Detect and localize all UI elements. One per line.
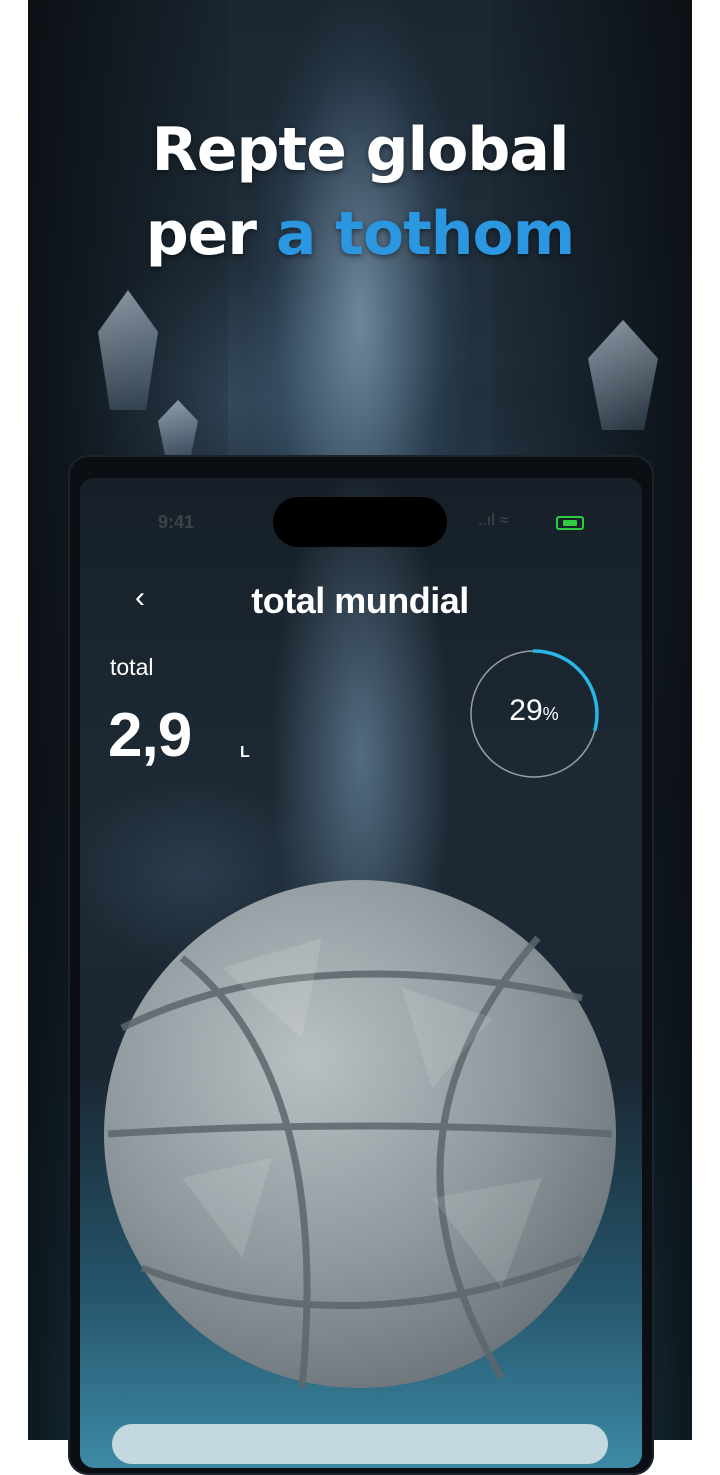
screen-title: total mundial [251,580,469,621]
headline-line-1: Repte global [151,115,570,185]
total-value: 2,9 [108,701,192,770]
status-time: 9:41 [158,512,195,532]
headline-accent: a tothom [275,199,575,269]
back-button[interactable]: ‹ [122,578,158,622]
signal-wifi-icon: ..ıl ≈ [478,512,509,529]
headline-prefix: per [145,199,276,269]
headline-line-2: per a tothom [0,192,720,276]
progress-number: 29 [509,694,543,727]
crystal-basketball-icon [104,880,616,1389]
total-label: total [110,654,154,680]
progress-unit: % [542,704,559,724]
bottom-action-button[interactable] [112,1424,608,1464]
promo-headline: Repte global per a tothom [0,108,720,276]
progress-percentage: 29% [466,694,602,728]
dynamic-island [273,497,447,547]
total-unit: L [240,744,250,761]
battery-icon [556,516,584,530]
